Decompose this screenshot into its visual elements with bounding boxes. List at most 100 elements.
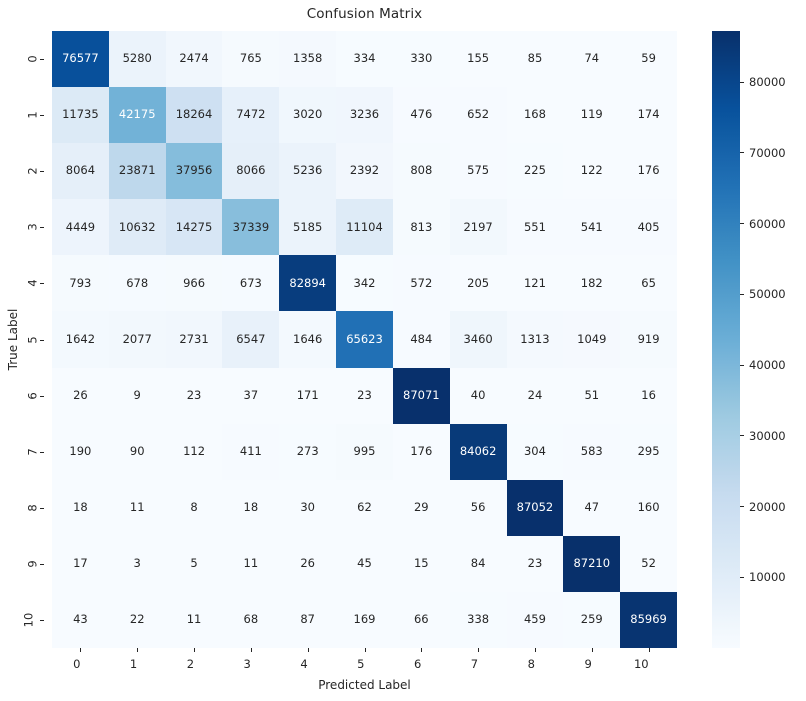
cell-value: 84062 <box>459 443 497 458</box>
heatmap-cell: 583 <box>563 423 621 480</box>
cell-value: 30 <box>300 500 315 515</box>
cell-value: 1358 <box>293 51 323 66</box>
cell-value: 583 <box>580 443 603 458</box>
heatmap-cell: 23 <box>506 535 564 592</box>
cell-value: 42175 <box>118 107 156 122</box>
x-tick-text: 7 <box>470 657 479 671</box>
y-tick-text: 1 <box>25 111 40 119</box>
cell-value: 171 <box>296 387 319 402</box>
cell-value: 23 <box>357 387 372 402</box>
heatmap-cell: 66 <box>392 591 450 648</box>
heatmap-cell: 459 <box>506 591 564 648</box>
cell-value: 304 <box>523 443 546 458</box>
y-tick-mark <box>40 59 44 61</box>
cell-value: 330 <box>410 51 433 66</box>
heatmap-cell: 793 <box>52 255 109 312</box>
cell-value: 11 <box>129 500 145 515</box>
cell-value: 182 <box>580 275 603 290</box>
cell-value: 342 <box>353 275 376 290</box>
x-tick-text: 2 <box>186 657 195 671</box>
heatmap-cell: 119 <box>563 87 621 144</box>
x-tick-mark <box>648 648 650 652</box>
cell-value: 572 <box>410 275 433 290</box>
cell-value: 23871 <box>118 163 156 178</box>
heatmap-cell: 5236 <box>279 143 337 200</box>
heatmap-cell: 84062 <box>449 423 507 480</box>
cell-value: 541 <box>580 219 603 234</box>
heatmap-cell: 8064 <box>52 143 109 200</box>
cell-value: 87071 <box>403 387 440 402</box>
heatmap-cell: 10632 <box>108 199 166 256</box>
y-tick-mark <box>40 115 44 117</box>
heatmap-cell: 122 <box>563 143 621 200</box>
cell-value: 225 <box>523 163 546 178</box>
heatmap-cell: 205 <box>449 255 507 312</box>
x-tick-mark <box>421 648 423 652</box>
cell-value: 74 <box>584 51 600 66</box>
heatmap-cell: 23871 <box>108 143 166 200</box>
heatmap-cell: 572 <box>392 255 450 312</box>
heatmap-cell: 45 <box>336 535 393 592</box>
colorbar: 10000 20000 30000 40000 50000 60000 70000 80000 <box>712 31 786 648</box>
y-tick-mark <box>40 563 44 565</box>
cell-value: 575 <box>467 163 490 178</box>
cell-value: 15 <box>413 556 429 571</box>
y-tick-mark <box>40 339 44 341</box>
cell-value: 121 <box>523 275 546 290</box>
heatmap-cell: 551 <box>506 199 564 256</box>
y-tick-text: 4 <box>25 279 40 288</box>
heatmap-cell: 304 <box>506 423 564 480</box>
heatmap-cell: 52 <box>620 535 677 592</box>
cell-value: 155 <box>467 51 490 66</box>
cell-value: 65 <box>641 275 656 290</box>
heatmap-cell: 90 <box>108 423 166 480</box>
heatmap-cell: 42175 <box>108 87 166 144</box>
heatmap-cell: 1049 <box>563 311 621 368</box>
cell-value: 295 <box>637 443 660 458</box>
heatmap-cell: 18264 <box>165 87 223 144</box>
heatmap-cell: 174 <box>620 87 677 144</box>
colorbar-tick-mark <box>740 152 744 154</box>
cell-value: 484 <box>410 331 433 346</box>
heatmap-cell: 259 <box>563 591 621 648</box>
cell-value: 5 <box>190 556 198 571</box>
heatmap-cell: 112 <box>165 423 223 480</box>
x-tick-mark <box>194 648 196 652</box>
heatmap-cell: 62 <box>336 479 393 536</box>
cell-value: 1642 <box>65 331 96 346</box>
cell-value: 338 <box>467 612 490 627</box>
x-tick-text: 3 <box>243 657 251 671</box>
cell-value: 24 <box>527 387 543 402</box>
colorbar-tick-text: 10000 <box>749 570 786 585</box>
heatmap-cell: 87210 <box>563 535 621 592</box>
cell-value: 411 <box>239 443 262 458</box>
cell-value: 3020 <box>293 107 323 122</box>
cell-value: 176 <box>637 163 660 178</box>
heatmap-cell: 342 <box>336 255 393 312</box>
x-tick-mark <box>250 648 252 652</box>
heatmap-cell: 765 <box>222 31 280 88</box>
heatmap-cell: 23 <box>336 367 393 424</box>
heatmap-cell: 678 <box>108 255 166 312</box>
colorbar-tick-text: 20000 <box>749 499 786 514</box>
cell-value: 273 <box>296 443 319 458</box>
heatmap-cell: 18 <box>222 479 280 536</box>
cell-value: 87 <box>300 612 315 627</box>
y-axis-label: True Label <box>6 308 20 371</box>
confusion-matrix-figure: Confusion Matrix 76577 5280 2474 765 1358 334… <box>0 0 806 701</box>
cell-value: 808 <box>410 163 433 178</box>
heatmap-cell: 160 <box>620 479 677 536</box>
heatmap-cell: 2197 <box>449 199 507 256</box>
heatmap-cell: 919 <box>620 311 677 368</box>
x-tick-text: 0 <box>73 657 81 671</box>
cell-value: 5280 <box>122 51 152 66</box>
heatmap-cell: 24 <box>506 367 564 424</box>
y-tick-mark <box>40 395 44 397</box>
x-tick-mark <box>591 648 593 652</box>
heatmap-cell: 85969 <box>620 591 677 648</box>
heatmap-cell: 11735 <box>52 87 109 144</box>
colorbar-tick-mark <box>740 223 744 224</box>
heatmap-cell: 29 <box>392 479 450 536</box>
y-tick-text: 5 <box>25 335 40 344</box>
cell-value: 7472 <box>236 107 266 122</box>
